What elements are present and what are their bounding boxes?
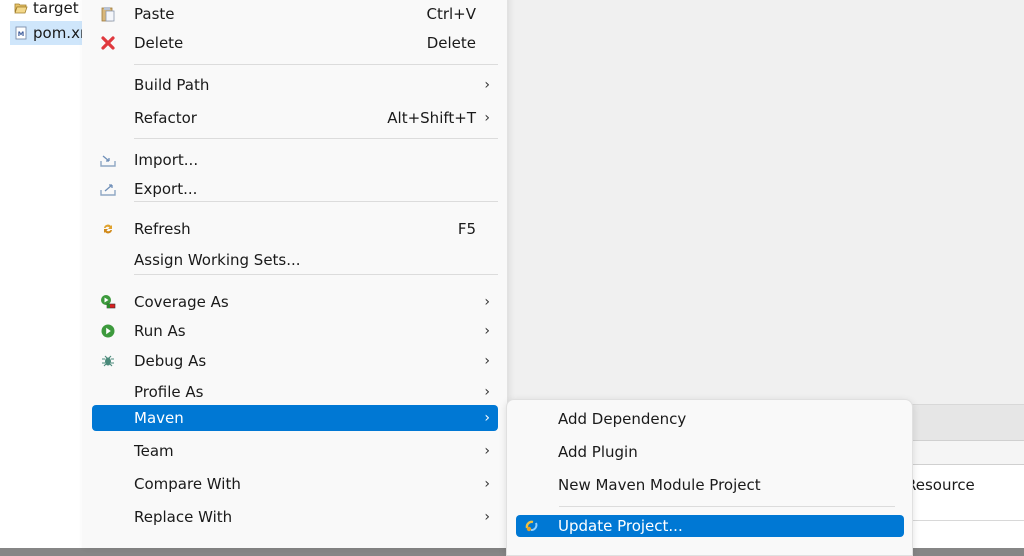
menu-item-refactor[interactable]: Refactor Alt+Shift+T › xyxy=(92,105,498,131)
menu-item-profile-as[interactable]: Profile As › xyxy=(92,379,498,405)
panel-table-header xyxy=(900,441,1024,465)
delete-icon xyxy=(100,35,116,51)
project-explorer: target M pom.xml xyxy=(0,0,82,548)
menu-item-team[interactable]: Team › xyxy=(92,438,498,464)
paste-icon xyxy=(100,6,116,22)
menu-item-build-path[interactable]: Build Path › xyxy=(92,72,498,98)
menu-item-debug-as[interactable]: Debug As › xyxy=(92,348,498,374)
chevron-right-icon: › xyxy=(484,384,490,400)
menu-item-delete[interactable]: Delete Delete xyxy=(92,30,498,56)
menu-item-coverage-as[interactable]: Coverage As › xyxy=(92,289,498,315)
menu-separator xyxy=(134,138,498,139)
chevron-right-icon: › xyxy=(484,77,490,93)
chevron-right-icon: › xyxy=(484,353,490,369)
menu-separator xyxy=(134,64,498,65)
tree-item-label: pom.xml xyxy=(33,24,82,42)
chevron-right-icon: › xyxy=(484,294,490,310)
menu-item-assign-working-sets[interactable]: Assign Working Sets... xyxy=(92,247,498,273)
chevron-right-icon: › xyxy=(484,476,490,492)
debug-icon xyxy=(100,353,116,369)
menu-item-paste[interactable]: Paste Ctrl+V xyxy=(92,1,498,27)
tree-item-target[interactable]: target xyxy=(0,0,82,20)
menu-separator xyxy=(134,274,498,275)
maven-pom-file-icon: M xyxy=(14,26,28,40)
tree-item-pom[interactable]: M pom.xml xyxy=(10,21,82,45)
maven-update-icon xyxy=(524,518,540,534)
folder-open-icon xyxy=(14,1,28,15)
menu-separator xyxy=(134,201,498,202)
context-menu: Paste Ctrl+V Delete Delete Build Path › … xyxy=(82,0,508,548)
chevron-right-icon: › xyxy=(484,323,490,339)
menu-item-compare-with[interactable]: Compare With › xyxy=(92,471,498,497)
menu-item-run-as[interactable]: Run As › xyxy=(92,318,498,344)
panel-tab-bar xyxy=(900,405,1024,441)
menu-separator xyxy=(559,506,895,507)
coverage-icon xyxy=(100,294,116,310)
menu-item-import[interactable]: Import... xyxy=(92,147,498,173)
maven-submenu: Add Dependency Add Plugin New Maven Modu… xyxy=(506,399,913,556)
bottom-panel: Resource xyxy=(900,404,1024,548)
chevron-right-icon: › xyxy=(484,443,490,459)
menu-item-replace-with[interactable]: Replace With › xyxy=(92,504,498,530)
chevron-right-icon: › xyxy=(484,509,490,525)
tree-item-label: target xyxy=(33,0,79,17)
submenu-item-add-plugin[interactable]: Add Plugin xyxy=(516,439,904,465)
run-icon xyxy=(100,323,116,339)
chevron-right-icon: › xyxy=(484,410,490,426)
menu-item-refresh[interactable]: Refresh F5 xyxy=(92,216,498,242)
panel-table-cell: Resource xyxy=(900,465,1024,521)
svg-text:M: M xyxy=(18,30,24,38)
import-icon xyxy=(100,152,116,168)
submenu-item-add-dependency[interactable]: Add Dependency xyxy=(516,406,904,432)
export-icon xyxy=(100,181,116,197)
refresh-icon xyxy=(100,221,116,237)
chevron-right-icon: › xyxy=(484,110,490,126)
submenu-item-new-maven-module-project[interactable]: New Maven Module Project xyxy=(516,472,904,498)
menu-item-maven[interactable]: Maven › xyxy=(92,405,498,431)
submenu-item-update-project[interactable]: Update Project... xyxy=(516,515,904,537)
menu-item-export[interactable]: Export... xyxy=(92,176,498,202)
